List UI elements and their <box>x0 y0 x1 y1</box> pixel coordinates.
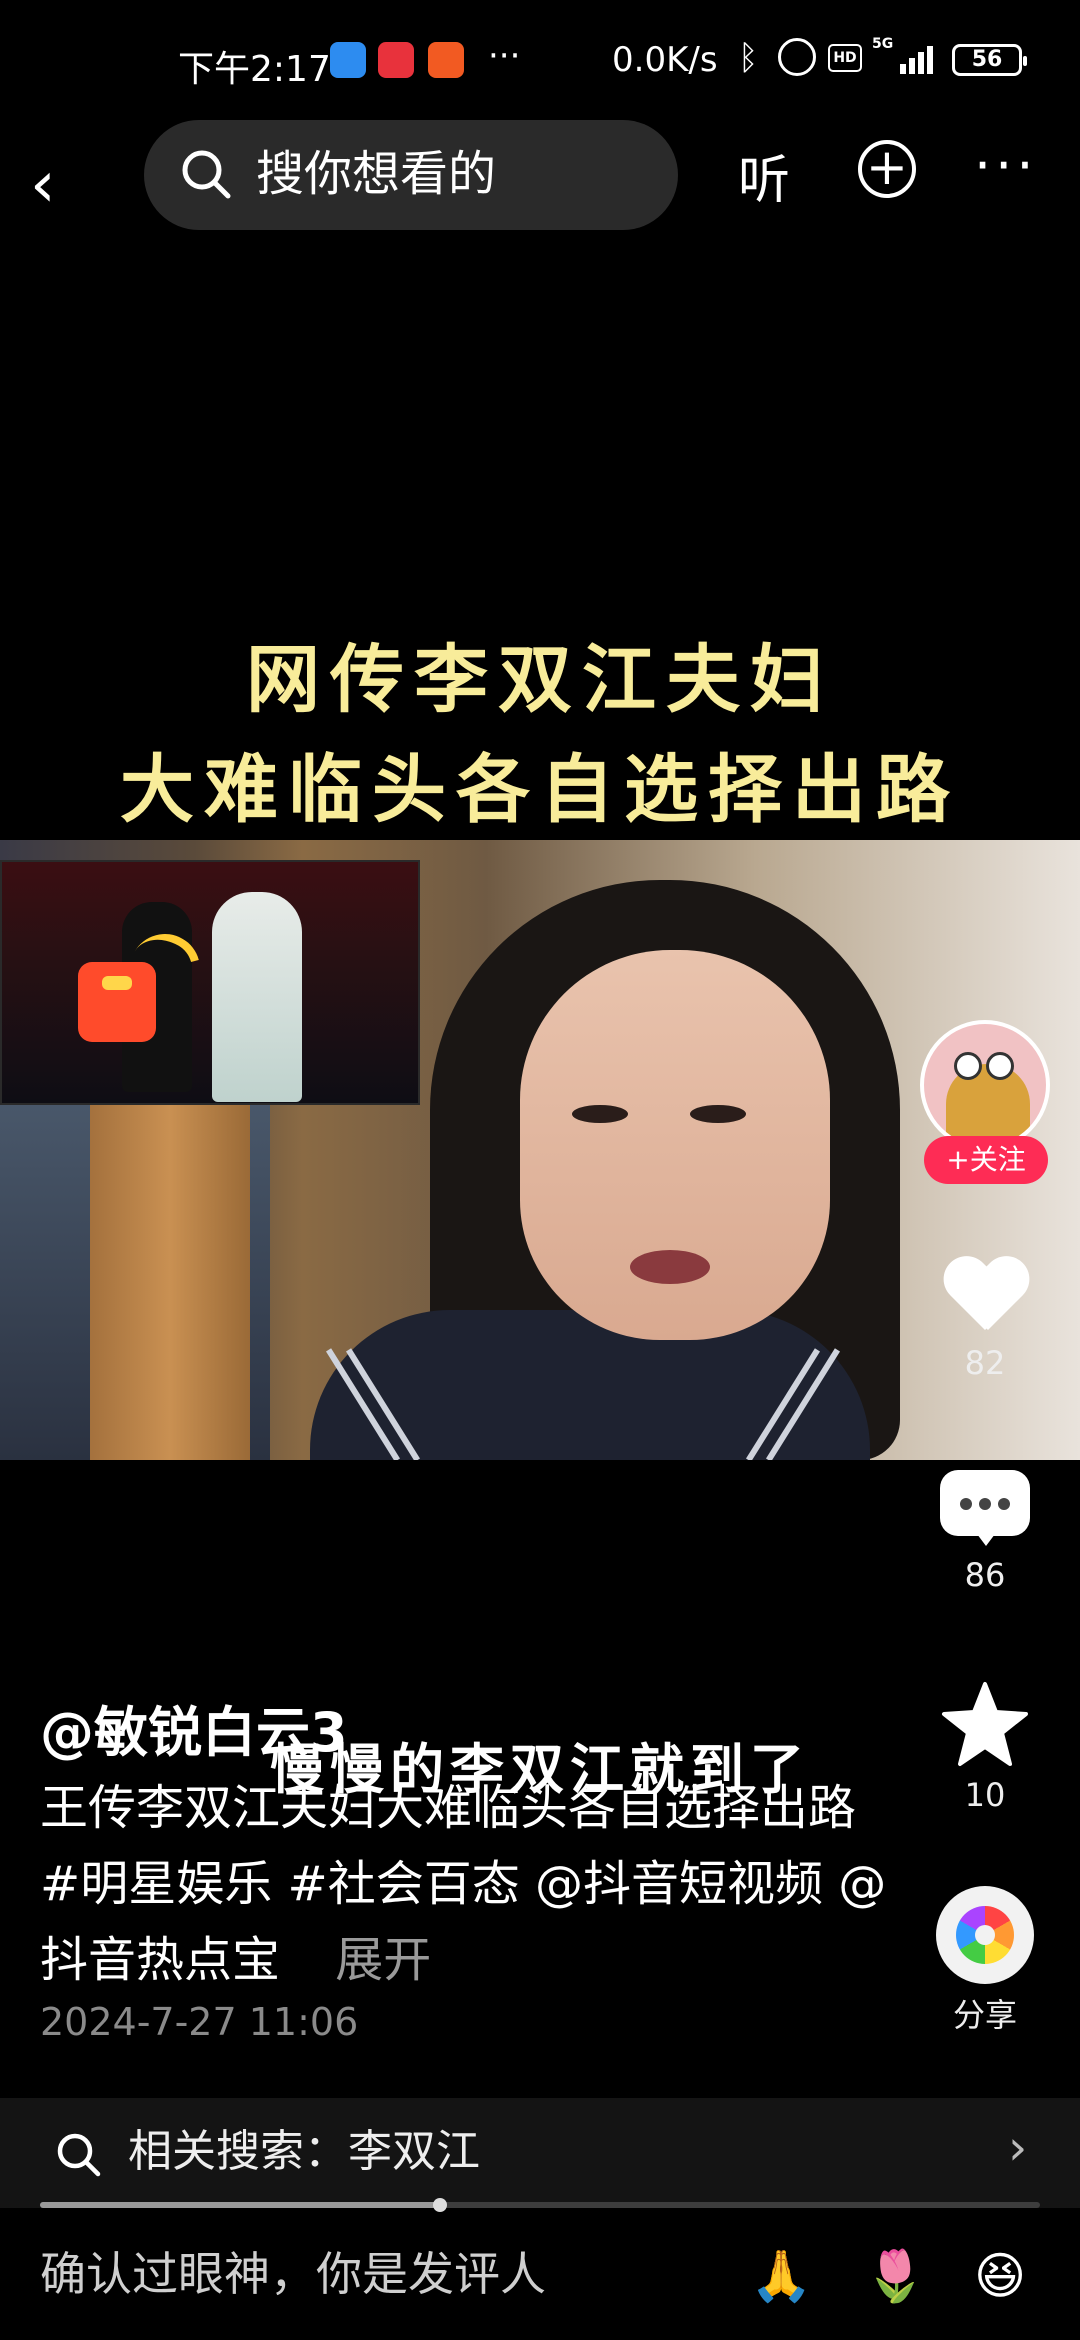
presenter-eye <box>572 1105 628 1123</box>
comment-icon <box>940 1470 1030 1550</box>
bluetooth-icon: ᛒ <box>738 38 759 78</box>
status-time: 下午2:17 <box>178 49 331 90</box>
comment-input[interactable]: 确认过眼神，你是发评人 <box>40 2242 546 2306</box>
caption-line-2: 大难临头各自选择出路 <box>120 747 960 833</box>
battery-icon: 56 <box>952 44 1027 76</box>
alarm-icon <box>778 38 816 76</box>
avatar-eye <box>954 1052 982 1080</box>
singer-figure <box>212 892 302 1102</box>
mention-link[interactable]: @抖音短视频 <box>535 1856 823 1912</box>
share-label: 分享 <box>952 1996 1017 2034</box>
post-date: 2024-7-27 11:06 <box>40 2000 359 2044</box>
author-name[interactable]: @敏锐白云3 <box>40 1688 348 1767</box>
related-search-text: 相关搜索：李双江 <box>128 2126 480 2177</box>
comment-bar: 确认过眼神，你是发评人 🙏 🌷 😆 <box>0 2212 1080 2340</box>
follow-button[interactable]: +关注 <box>924 1136 1048 1184</box>
like-count: 82 <box>964 1344 1006 1382</box>
progress-handle[interactable] <box>433 2198 447 2212</box>
comment-count: 86 <box>964 1556 1006 1594</box>
inset-concert-image <box>0 860 420 1105</box>
video-player[interactable]: 网传李双江夫妇 大难临头各自选择出路 慢慢的李双江就到了 <box>0 260 1080 1801</box>
hd-icon: HD <box>828 44 862 72</box>
news-app-notification-icon <box>378 42 414 78</box>
share-button[interactable]: 分享 <box>910 1886 1060 2036</box>
hashtag-link[interactable]: #社会百态 <box>288 1856 520 1912</box>
presenter-mouth <box>630 1250 710 1284</box>
net-speed: 0.0K/s <box>612 40 718 80</box>
post-description: 王传李双江夫妇大难临头各自选择出路 #明星娱乐 #社会百态 @抖音短视频 @抖音… <box>40 1770 900 1998</box>
share-icon <box>936 1886 1034 1984</box>
back-button[interactable]: ‹ <box>30 140 100 230</box>
search-placeholder: 搜你想看的 <box>256 146 497 202</box>
progress-fill <box>40 2202 440 2208</box>
comment-button[interactable]: 86 <box>910 1470 1060 1594</box>
video-app-notification-icon <box>428 42 464 78</box>
add-button[interactable]: + <box>858 140 916 198</box>
video-title-caption: 网传李双江夫妇 大难临头各自选择出路 <box>0 625 1080 845</box>
like-button[interactable]: 82 <box>910 1252 1060 1382</box>
signal-icon <box>900 44 940 74</box>
description-text: 王传李双江夫妇大难临头各自选择出路 <box>40 1780 857 1836</box>
author-avatar[interactable] <box>920 1020 1050 1150</box>
top-nav: ‹ 搜你想看的 听 + ··· <box>0 120 1080 260</box>
search-bar[interactable]: 搜你想看的 <box>144 120 678 230</box>
caption-line-1: 网传李双江夫妇 <box>246 637 834 723</box>
network-type: 5G <box>872 36 894 52</box>
pray-emoji-button[interactable]: 🙏 <box>750 2246 812 2306</box>
chevron-right-icon: › <box>1008 2120 1028 2176</box>
presenter-eye <box>690 1105 746 1123</box>
status-more-icon: ··· <box>488 36 521 76</box>
favorite-count: 10 <box>964 1776 1006 1814</box>
favorite-button[interactable]: 10 <box>910 1680 1060 1814</box>
search-icon <box>57 2133 101 2177</box>
laugh-emoji-button[interactable]: 😆 <box>974 2246 1026 2306</box>
heart-icon <box>942 1252 1028 1338</box>
status-bar: 下午2:17 ··· 0.0K/s ᛒ HD 5G 56 <box>0 0 1080 120</box>
rose-emoji-button[interactable]: 🌷 <box>864 2246 926 2306</box>
red-packet-icon[interactable] <box>78 962 156 1042</box>
star-icon <box>942 1682 1028 1766</box>
related-search-bar[interactable]: 相关搜索：李双江 › <box>0 2098 1080 2208</box>
more-options-button[interactable]: ··· <box>974 134 1038 197</box>
expand-button[interactable]: 展开 <box>335 1932 431 1988</box>
app-notification-icon <box>330 42 366 78</box>
listen-button[interactable]: 听 <box>738 138 790 213</box>
hashtag-link[interactable]: #明星娱乐 <box>40 1856 272 1912</box>
video-progress-bar[interactable] <box>40 2198 1040 2212</box>
search-icon <box>182 150 231 199</box>
avatar-eye <box>986 1052 1014 1080</box>
